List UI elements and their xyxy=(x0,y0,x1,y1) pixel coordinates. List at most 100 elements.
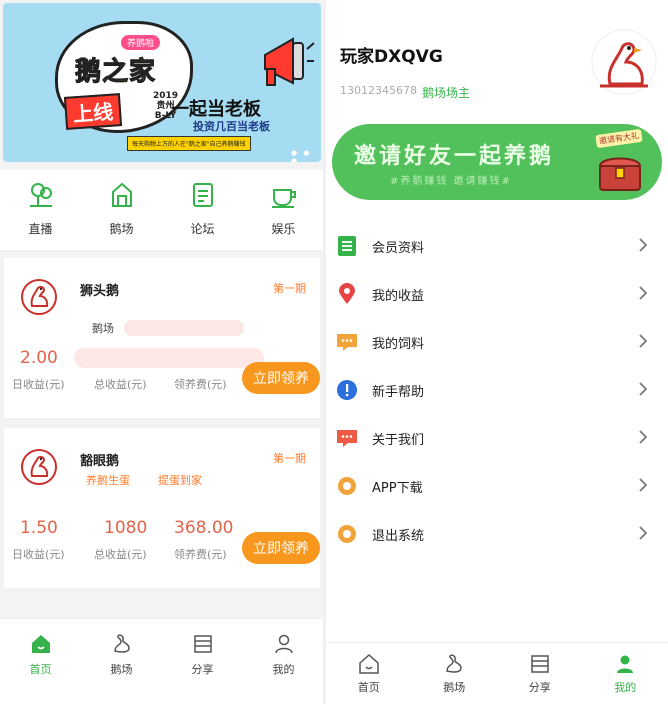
menu-item-my-income[interactable]: 我的收益 xyxy=(326,270,668,318)
user-icon xyxy=(274,634,293,654)
cup-icon xyxy=(271,189,296,208)
info-icon xyxy=(337,380,357,400)
quick-nav: 直播 鹅场 论坛 娱乐 xyxy=(0,170,324,250)
product-tag: 养鹅生蛋 xyxy=(86,474,130,487)
tab-label: 鹅场 xyxy=(443,681,466,694)
document-icon xyxy=(192,183,213,207)
tab-label: 我的 xyxy=(272,663,295,676)
daily-income-label: 日收益(元) xyxy=(12,378,65,391)
product-card[interactable]: 狮头鹅 第一期 鹅场 2.00 日收益(元) 总收益(元) 领养费(元) 立即领… xyxy=(4,258,320,418)
tab-share[interactable]: 分享 xyxy=(497,643,583,704)
menu-item-label: 我的饲料 xyxy=(372,336,425,352)
user-icon xyxy=(617,655,634,673)
bottom-tab-bar: 首页 鹅场 分享 我的 xyxy=(326,642,668,704)
treasure-chest-icon xyxy=(598,157,642,191)
product-name: 狮头鹅 xyxy=(80,284,120,299)
goose-icon xyxy=(113,634,130,653)
goose-logo-icon xyxy=(21,279,57,315)
goose-icon xyxy=(446,654,463,673)
tab-farm[interactable]: 鹅场 xyxy=(412,643,498,704)
menu-item-label: 退出系统 xyxy=(372,528,425,544)
tab-label: 鹅场 xyxy=(110,663,133,676)
invite-stamp: 邀请有大礼 xyxy=(595,128,643,149)
quicknav-live[interactable]: 直播 xyxy=(0,170,81,250)
chevron-right-icon xyxy=(639,478,648,492)
profile-screen: 玩家DXQVG 13012345678 鹅场场主 邀请好友一起养鹅 #养鹅赚钱 … xyxy=(326,0,668,704)
tab-share[interactable]: 分享 xyxy=(162,619,243,704)
product-sublabel: 鹅场 xyxy=(92,322,114,335)
adopt-now-button[interactable]: 立即领养 xyxy=(242,532,320,564)
banner-subtitle: 投资几百当老板 xyxy=(193,120,270,133)
quicknav-label: 鹅场 xyxy=(109,222,134,236)
phone-number: 13012345678 xyxy=(340,84,417,97)
chevron-right-icon xyxy=(639,334,648,348)
username: 玩家DXQVG xyxy=(340,47,443,67)
tab-label: 分享 xyxy=(528,681,551,694)
tab-label: 首页 xyxy=(29,663,52,676)
tab-farm[interactable]: 鹅场 xyxy=(81,619,162,704)
total-income-value: 1080 xyxy=(104,518,148,538)
chevron-right-icon xyxy=(639,526,648,540)
product-card[interactable]: 豁眼鹅 第一期 养鹅生蛋 提蛋到家 1.50 1080 368.00 日收益(元… xyxy=(4,428,320,588)
menu-item-app-download[interactable]: APP下载 xyxy=(326,462,668,510)
total-income-label: 总收益(元) xyxy=(94,548,147,561)
daily-income-value: 2.00 xyxy=(20,348,58,368)
banner-tag: 养鹅啦 xyxy=(121,35,161,50)
invite-banner[interactable]: 邀请好友一起养鹅 #养鹅赚钱 邀请赚钱# 邀请有大礼 xyxy=(332,124,662,200)
menu-item-logout[interactable]: 退出系统 xyxy=(326,510,668,558)
chevron-right-icon xyxy=(639,430,648,444)
menu-item-about-us[interactable]: 关于我们 xyxy=(326,414,668,462)
chat-bubble-icon xyxy=(337,334,357,351)
quicknav-label: 娱乐 xyxy=(271,222,296,236)
tab-mine[interactable]: 我的 xyxy=(243,619,324,704)
quicknav-label: 直播 xyxy=(28,222,53,236)
profile-header: 玩家DXQVG 13012345678 鹅场场主 xyxy=(326,0,668,118)
adopt-now-button[interactable]: 立即领养 xyxy=(242,362,320,394)
quicknav-farm[interactable]: 鹅场 xyxy=(81,170,162,250)
adopt-fee-label: 领养费(元) xyxy=(174,378,227,391)
menu-item-label: 会员资料 xyxy=(372,240,425,256)
quicknav-label: 论坛 xyxy=(190,222,215,236)
promo-banner[interactable]: 养鹅啦 鹅之家 上线 2019 贵州 B-LY 一起当老板 投资几百当老板 每天… xyxy=(3,3,321,162)
banner-title: 鹅之家 xyxy=(74,57,157,88)
invite-subtitle: #养鹅赚钱 邀请赚钱# xyxy=(390,176,512,187)
menu-item-beginner-help[interactable]: 新手帮助 xyxy=(326,366,668,414)
list-icon xyxy=(338,236,356,256)
megaphone-icon xyxy=(264,37,315,86)
user-role: 鹅场场主 xyxy=(422,86,471,100)
tab-label: 首页 xyxy=(357,681,380,694)
chevron-right-icon xyxy=(639,382,648,396)
blurred-region xyxy=(74,348,264,368)
message-icon xyxy=(337,430,357,447)
banner-pager-dots[interactable]: ● ● ● xyxy=(291,149,321,162)
tab-home[interactable]: 首页 xyxy=(326,643,412,704)
tree-icon xyxy=(29,183,52,207)
banner-launch-badge: 上线 xyxy=(63,93,123,130)
tab-mine[interactable]: 我的 xyxy=(583,643,668,704)
quicknav-forum[interactable]: 论坛 xyxy=(162,170,243,250)
home-icon xyxy=(31,635,50,653)
menu-item-member-info[interactable]: 会员资料 xyxy=(326,222,668,270)
banner-strip: 每天购物上万的人在"鹅之家"自己养鹅赚钱 xyxy=(127,136,251,151)
daily-income-value: 1.50 xyxy=(20,518,58,538)
quicknav-entertainment[interactable]: 娱乐 xyxy=(243,170,324,250)
invite-title: 邀请好友一起养鹅 xyxy=(354,144,555,169)
chevron-right-icon xyxy=(639,238,648,252)
product-tag: 提蛋到家 xyxy=(158,474,202,487)
total-income-label: 总收益(元) xyxy=(94,378,147,391)
location-pin-icon xyxy=(339,283,355,304)
flower-icon xyxy=(338,525,356,543)
chevron-right-icon xyxy=(639,286,648,300)
menu-item-label: 关于我们 xyxy=(372,432,425,448)
profile-menu: 会员资料 我的收益 我的饲料 新手帮助 关于我们 APP下载 退出系统 xyxy=(326,222,668,558)
menu-item-label: 我的收益 xyxy=(372,288,425,304)
home-icon xyxy=(359,653,379,674)
flower-icon xyxy=(338,477,356,495)
tab-home[interactable]: 首页 xyxy=(0,619,81,704)
product-period: 第一期 xyxy=(273,282,306,295)
share-list-icon xyxy=(531,655,549,673)
product-name: 豁眼鹅 xyxy=(80,454,120,469)
menu-item-my-feed[interactable]: 我的饲料 xyxy=(326,318,668,366)
blurred-region xyxy=(124,320,244,336)
avatar[interactable] xyxy=(590,28,658,96)
